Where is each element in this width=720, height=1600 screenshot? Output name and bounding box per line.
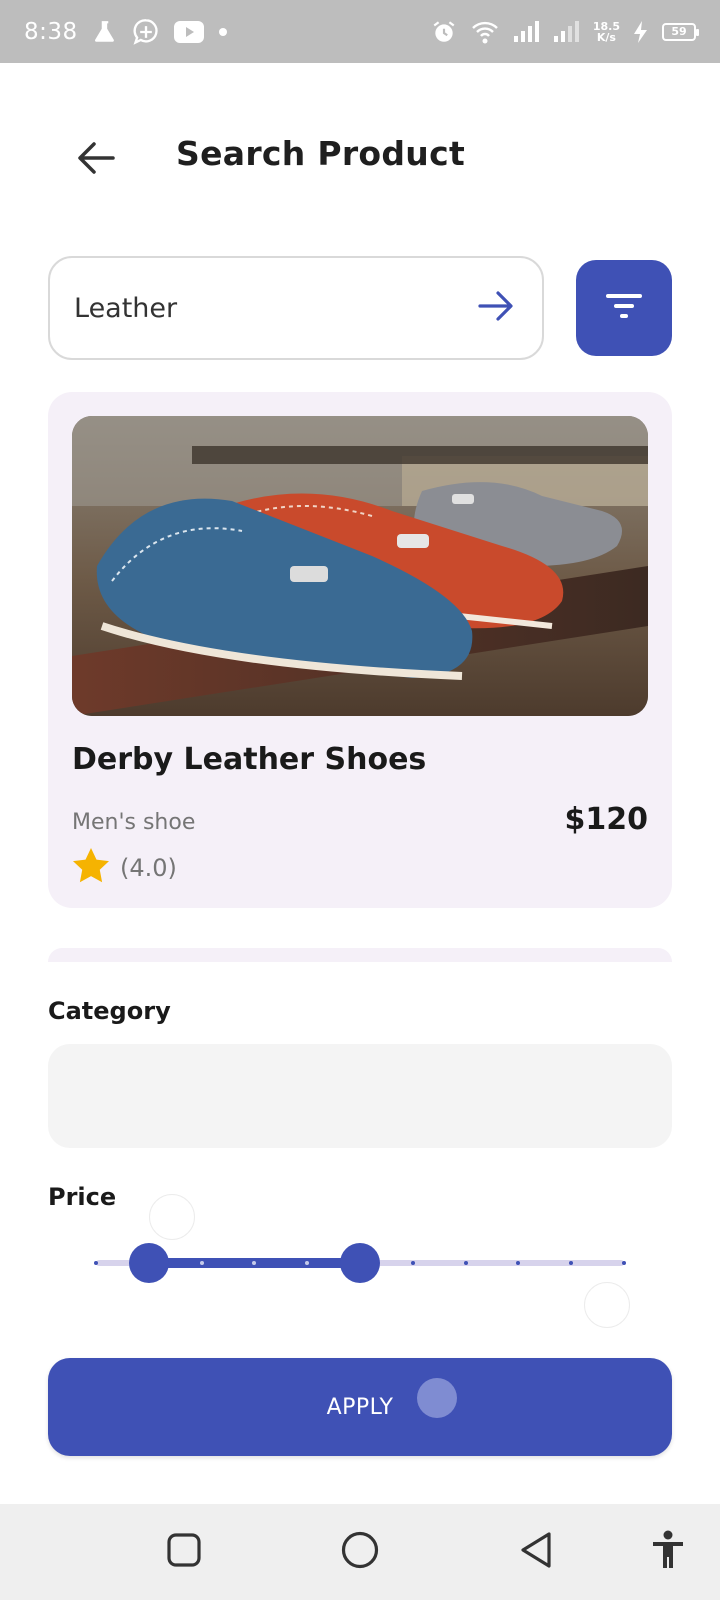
- apply-button[interactable]: APPLY: [48, 1358, 672, 1456]
- star-icon: [72, 848, 110, 888]
- rating-value: (4.0): [120, 854, 177, 882]
- accessibility-button[interactable]: [644, 1528, 692, 1576]
- search-submit-button[interactable]: [474, 286, 518, 330]
- apply-label: APPLY: [326, 1394, 394, 1420]
- back-button[interactable]: [72, 138, 120, 182]
- status-time: 8:38: [24, 18, 78, 45]
- filter-button[interactable]: [576, 260, 672, 356]
- product-card[interactable]: Derby Leather Shoes Men's shoe $120 (4.0…: [48, 392, 672, 908]
- slider-tick: [94, 1261, 98, 1265]
- signal-1-icon: [513, 20, 539, 43]
- flask-icon: [92, 19, 118, 45]
- circle-icon: [340, 1530, 380, 1574]
- touch-indicator: [417, 1378, 457, 1418]
- alarm-icon: [431, 19, 457, 45]
- recents-button[interactable]: [160, 1528, 208, 1576]
- network-speed-unit: K/s: [596, 30, 616, 44]
- product-name: Derby Leather Shoes: [72, 742, 427, 777]
- category-label: Category: [48, 997, 171, 1025]
- product-image: [72, 416, 648, 716]
- search-box[interactable]: [48, 256, 544, 360]
- network-speed: 18.5 K/s: [593, 21, 620, 43]
- triangle-back-icon: [518, 1530, 554, 1574]
- home-button[interactable]: [336, 1528, 384, 1576]
- status-right: 18.5 K/s 59: [431, 19, 699, 45]
- slider-value-indicator-right: [584, 1282, 630, 1328]
- notification-dot-icon: [218, 27, 228, 37]
- battery-indicator: 59: [662, 22, 699, 41]
- product-price: $120: [564, 802, 649, 837]
- price-range-slider[interactable]: [94, 1242, 626, 1283]
- page-title: Search Product: [176, 134, 466, 173]
- price-label: Price: [48, 1183, 117, 1211]
- next-product-card[interactable]: [48, 948, 672, 962]
- square-icon: [166, 1532, 202, 1572]
- back-nav-button[interactable]: [512, 1528, 560, 1576]
- chat-add-icon: [132, 18, 160, 46]
- charging-icon: [634, 20, 648, 43]
- slider-thumb-min[interactable]: [128, 1243, 169, 1283]
- product-rating: (4.0): [72, 848, 177, 888]
- product-category: Men's shoe: [72, 810, 196, 835]
- navigation-bar: [0, 1504, 720, 1600]
- slider-tick: [199, 1261, 204, 1265]
- slider-value-indicator-left: [149, 1194, 195, 1240]
- filter-icon: [606, 292, 642, 324]
- youtube-icon: [173, 20, 204, 43]
- status-bar: 8:38 18.5 K/s 59: [0, 0, 720, 63]
- category-field[interactable]: [48, 1044, 672, 1148]
- wifi-icon: [471, 19, 499, 45]
- status-left: 8:38: [24, 18, 228, 46]
- slider-tick: [622, 1261, 626, 1265]
- app-header: Search Product: [0, 110, 720, 210]
- search-input[interactable]: [74, 292, 474, 324]
- arrow-right-icon: [478, 290, 514, 326]
- slider-tick: [410, 1261, 415, 1265]
- accessibility-icon: [651, 1530, 685, 1574]
- slider-thumb-max[interactable]: [340, 1243, 380, 1283]
- arrow-left-icon: [77, 141, 115, 179]
- slider-tick: [463, 1261, 468, 1265]
- signal-2-icon: [553, 20, 579, 43]
